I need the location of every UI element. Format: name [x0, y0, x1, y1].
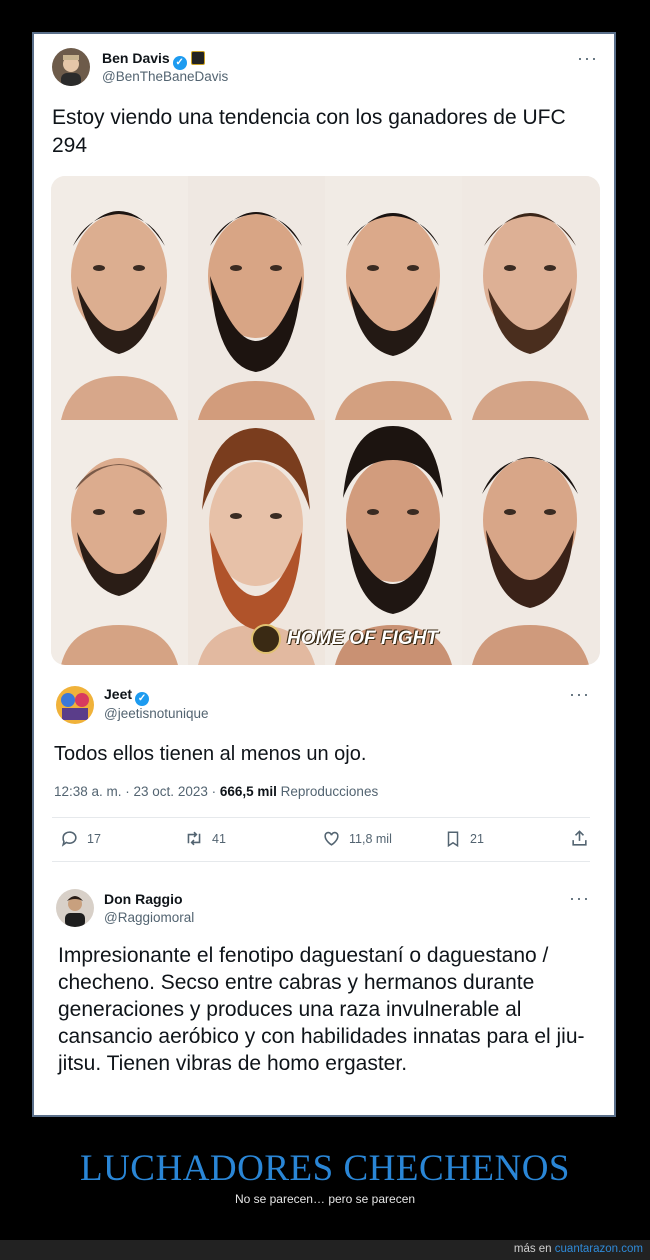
share-icon [572, 830, 587, 846]
share-button[interactable] [570, 829, 589, 848]
retweet-count: 41 [212, 831, 226, 846]
verified-badge-icon: ✓ [172, 56, 187, 70]
author-name-text: Ben Davis [102, 50, 170, 66]
footer-bar: más en cuantarazon.com [0, 1240, 650, 1260]
fighter-photo [51, 420, 188, 665]
site-link[interactable]: cuantarazon.com [555, 1243, 643, 1255]
reply-count: 17 [87, 831, 101, 846]
fighter-photo [462, 176, 600, 420]
avatar[interactable] [52, 48, 90, 86]
divider [52, 817, 590, 818]
author-name-text: Jeet [104, 686, 133, 702]
author-name[interactable]: Ben Davis ✓ [102, 50, 205, 70]
meme-title: LUCHADORES CHECHENOS [79, 1148, 570, 1189]
avatar[interactable] [56, 686, 94, 724]
heart-icon [324, 831, 339, 846]
author-handle[interactable]: @BenTheBaneDavis [102, 69, 228, 84]
tweet-media-image[interactable]: HOME OF FIGHT [51, 176, 600, 665]
bookmark-count: 21 [470, 832, 484, 846]
footer-prefix: más en [513, 1243, 555, 1255]
tweet-meta: 12:38 a. m. · 23 oct. 2023 · 666,5 mil R… [54, 784, 378, 799]
watermark-text: HOME OF FIGHT [287, 628, 438, 649]
author-handle[interactable]: @Raggiomoral [104, 910, 194, 925]
bookmark-icon [447, 831, 459, 848]
bookmark-button[interactable]: 21 [444, 829, 484, 849]
more-options-icon[interactable]: ··· [577, 48, 598, 69]
tweet-actions: 17 41 11,8 mil 21 [56, 829, 592, 853]
more-options-icon[interactable]: ··· [569, 888, 590, 909]
author-name-text: Don Raggio [104, 891, 183, 907]
tweet-text: Impresionante el fenotipo daguestaní o d… [58, 944, 585, 1075]
home-of-fight-logo-icon [251, 624, 281, 654]
author-handle[interactable]: @jeetisnotunique [104, 706, 209, 721]
affiliate-badge-icon [190, 51, 205, 65]
like-button[interactable]: 11,8 mil [322, 829, 392, 848]
retweet-button[interactable]: 41 [184, 829, 226, 848]
tweet-text: Estoy viendo una tendencia con los ganad… [52, 106, 566, 157]
author-name[interactable]: Jeet ✓ [104, 686, 150, 706]
like-count: 11,8 mil [349, 831, 392, 846]
divider [52, 861, 590, 862]
meme-frame: Ben Davis ✓ @BenTheBaneDavis ··· Estoy vi… [32, 32, 616, 1117]
tweet-header: Ben Davis ✓ @BenTheBaneDavis ··· [48, 46, 600, 90]
fighter-photo [188, 176, 325, 420]
fighter-photo [51, 176, 188, 420]
author-name[interactable]: Don Raggio [104, 891, 183, 907]
verified-badge-icon: ✓ [135, 692, 150, 706]
timestamp[interactable]: 12:38 a. m. · 23 oct. 2023 · [54, 784, 220, 799]
retweet-icon [187, 831, 201, 846]
avatar[interactable] [56, 889, 94, 927]
fighter-photo [462, 420, 600, 665]
views-count: 666,5 mil [219, 784, 277, 799]
reply-icon [61, 831, 77, 847]
footer-text: más en cuantarazon.com [514, 1243, 643, 1255]
tweet-text: Todos ellos tienen al menos un ojo. [54, 743, 367, 765]
more-options-icon[interactable]: ··· [569, 684, 590, 705]
media-watermark: HOME OF FIGHT [251, 624, 438, 654]
fighter-photo [325, 176, 462, 420]
meme-subtitle: No se parecen… pero se parecen [234, 1192, 416, 1206]
reply-button[interactable]: 17 [60, 829, 101, 848]
views-label: Reproducciones [276, 784, 379, 799]
